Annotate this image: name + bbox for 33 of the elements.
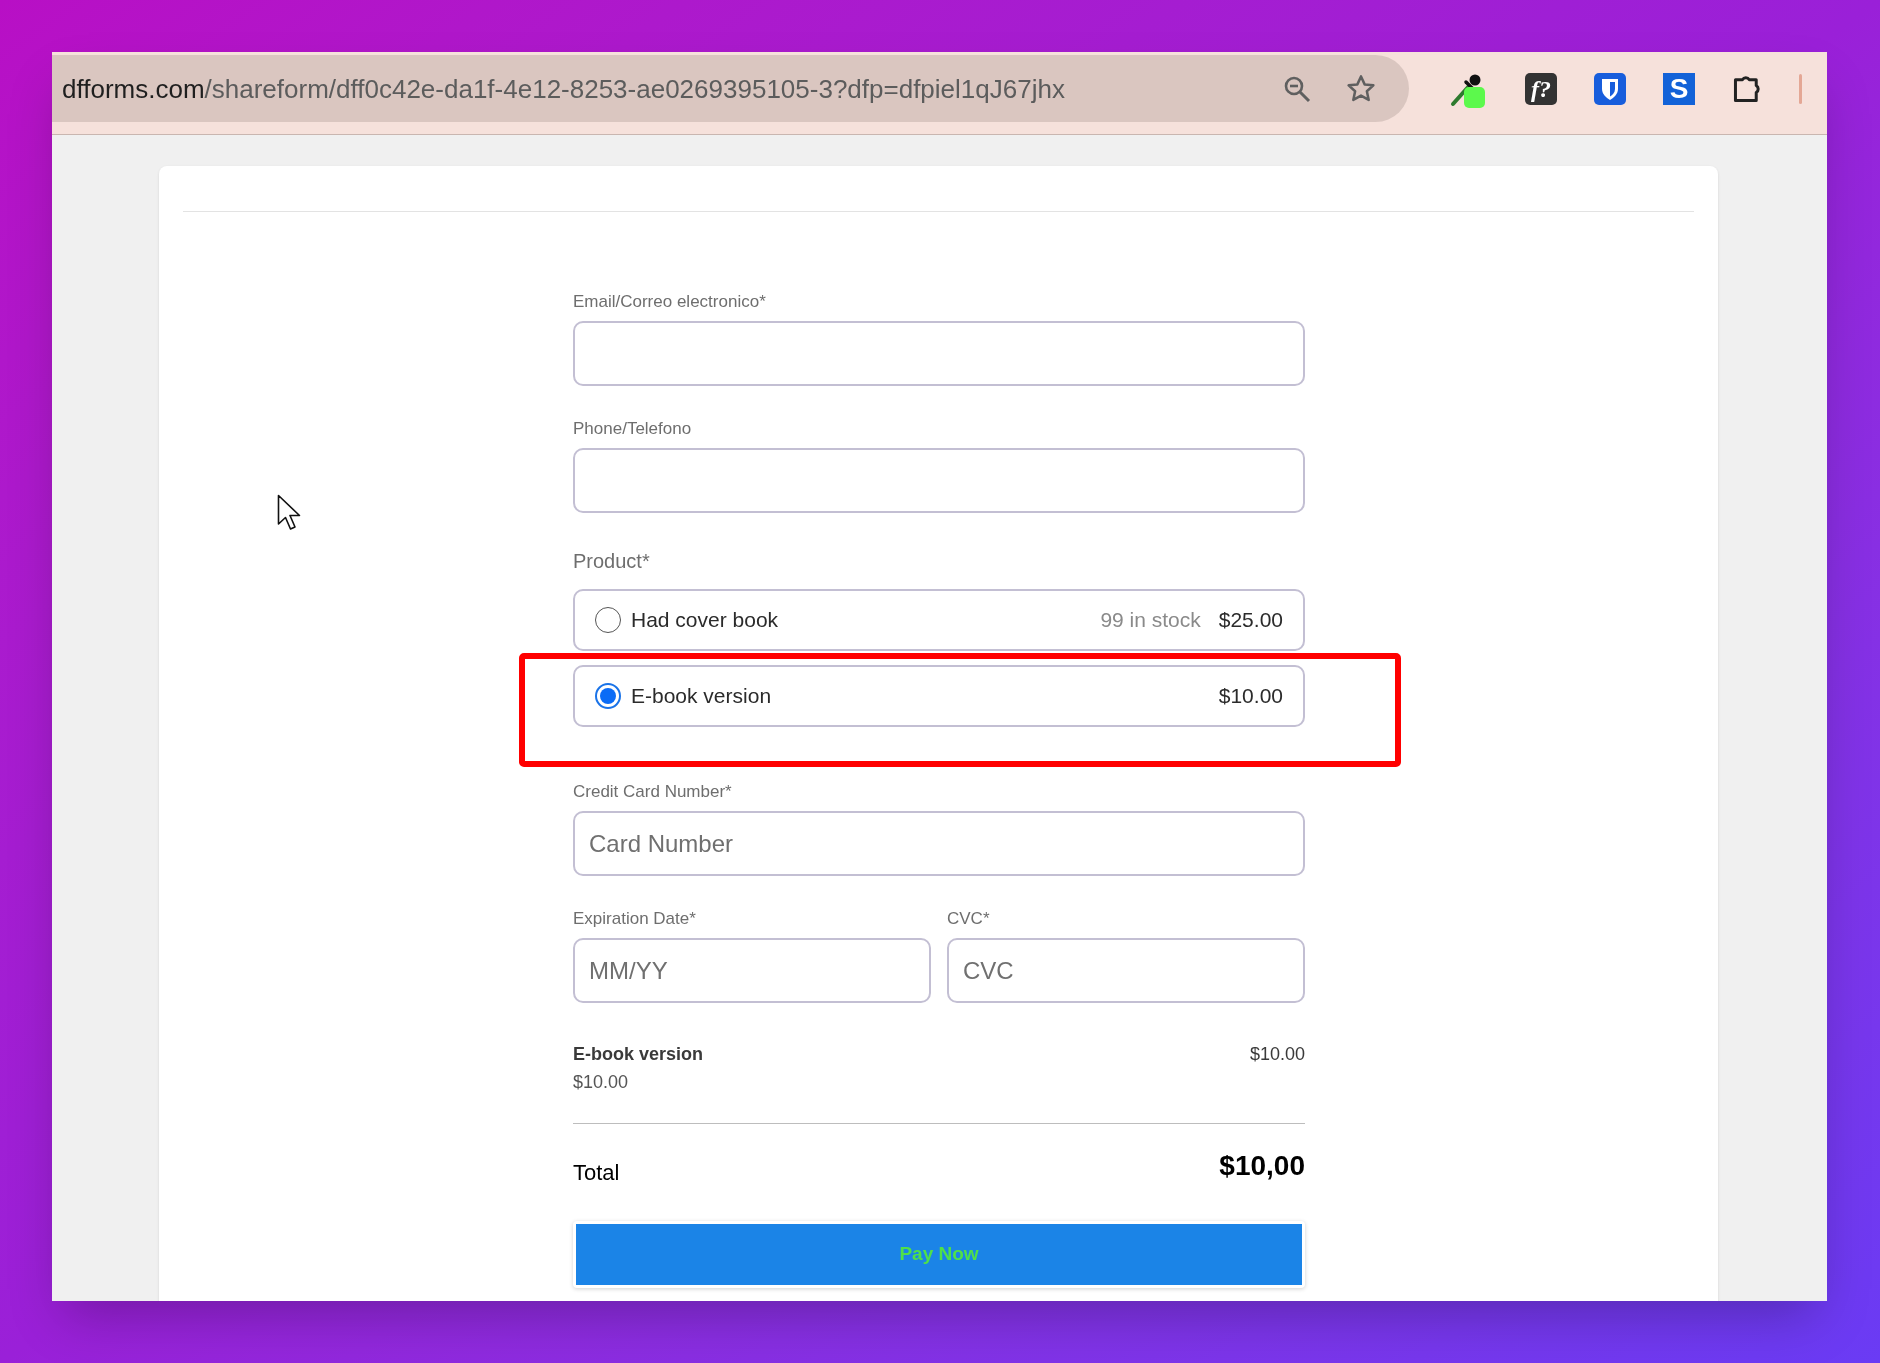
product-option[interactable]: E-book version $10.00 xyxy=(573,665,1305,727)
url-text: dfforms.com/shareform/dff0c42e-da1f-4e12-8253-ae0269395105-3?dfp=dfpiel1qJ67jhx xyxy=(62,72,1065,105)
field-label: Credit Card Number* xyxy=(573,781,733,803)
stock-text: 99 in stock xyxy=(1100,607,1201,634)
option-name: Had cover book xyxy=(631,607,779,634)
product-option[interactable]: Had cover book 99 in stock $25.00 xyxy=(573,589,1305,651)
field-label: Email/Correo electronico* xyxy=(573,291,767,313)
cvc-field[interactable]: CVC xyxy=(947,938,1305,1003)
price-text: $25.00 xyxy=(1218,607,1283,634)
card-number-field[interactable]: Card Number xyxy=(573,811,1305,876)
summary-item-name: E-book version xyxy=(573,1043,704,1066)
expiry-field[interactable]: MM/YY xyxy=(573,938,931,1003)
shield-icon[interactable] xyxy=(1594,72,1626,105)
radio-button[interactable] xyxy=(595,683,621,709)
address-bar[interactable]: dfforms.com/shareform/dff0c42e-da1f-4e12-8253-ae0269395105-3?dfp=dfpiel1qJ67jhx xyxy=(52,55,1409,122)
field-label: CVC* xyxy=(947,908,991,930)
total-amount: $10,00 xyxy=(1219,1149,1305,1183)
email-field[interactable] xyxy=(573,321,1305,386)
zoom-out-icon[interactable] xyxy=(1283,74,1311,103)
field-label: Phone/Telefono xyxy=(573,418,693,440)
price-text: $10.00 xyxy=(1218,683,1283,710)
field-label: Expiration Date* xyxy=(573,908,697,930)
extension-button[interactable]: S xyxy=(1663,72,1695,105)
phone-field[interactable] xyxy=(573,448,1305,513)
total-label: Total xyxy=(573,1159,620,1187)
summary-unit-price: $10.00 xyxy=(573,1071,630,1094)
field-label: Product* xyxy=(573,549,651,573)
option-name: E-book version xyxy=(631,683,772,710)
star-icon[interactable] xyxy=(1347,74,1375,103)
mouse-pointer-icon xyxy=(277,494,301,531)
extension-button[interactable]: f? xyxy=(1525,72,1557,105)
puzzle-icon[interactable] xyxy=(1732,73,1762,104)
summary-amount: $10.00 xyxy=(1249,1043,1305,1066)
